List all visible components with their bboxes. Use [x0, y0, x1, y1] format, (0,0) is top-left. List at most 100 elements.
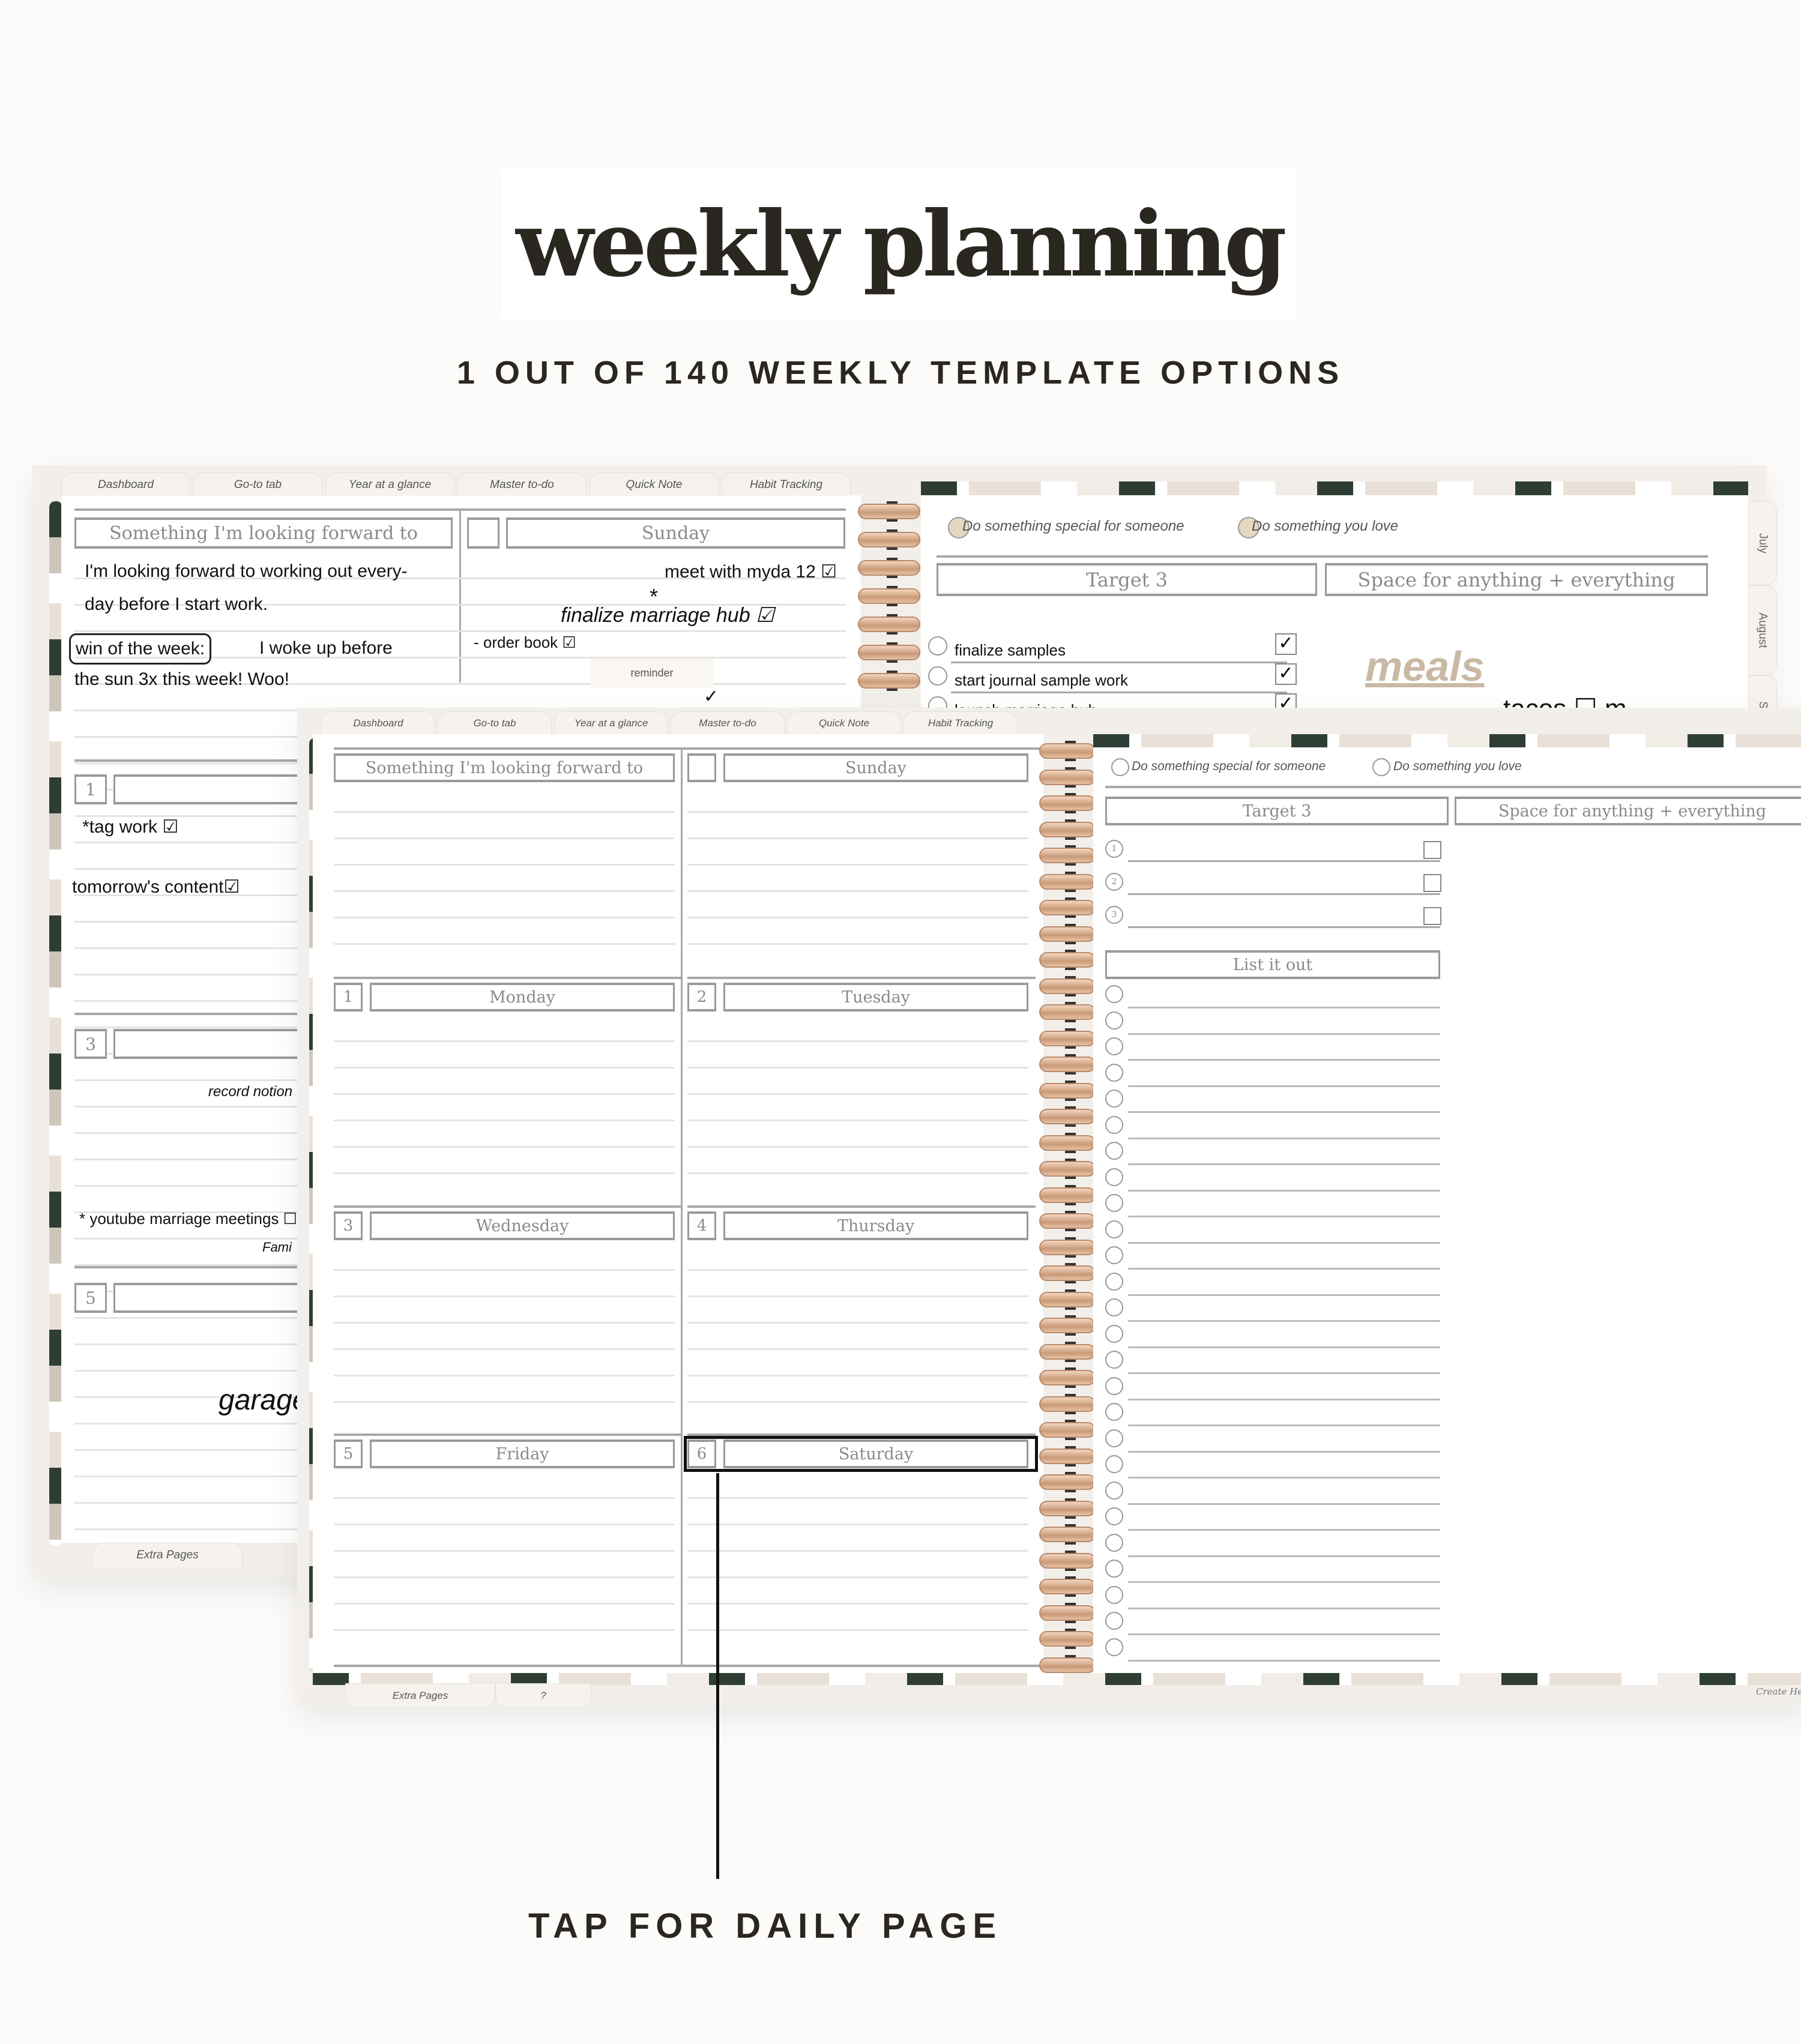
list-item-checkbox[interactable] [1105, 1560, 1123, 1578]
day-header-tuesday[interactable]: Tuesday [723, 983, 1028, 1011]
front-spiral-binding [1039, 741, 1096, 1675]
list-item-checkbox[interactable] [1105, 1455, 1123, 1473]
tab-extra-pages[interactable]: Extra Pages [92, 1543, 243, 1567]
tab-habit-tracking[interactable]: Habit Tracking [904, 711, 1018, 734]
day-number-box[interactable]: 1 [334, 983, 363, 1011]
list-item-line [1128, 1477, 1440, 1479]
note: meet with myda 12 ☑ [664, 562, 837, 582]
meals-heading: meals [1365, 643, 1485, 690]
tab-master-to-do[interactable]: Master to-do [671, 711, 785, 734]
spiral-ring [858, 504, 920, 519]
list-item-checkbox[interactable] [1105, 1037, 1123, 1055]
spiral-ring [1039, 1004, 1096, 1020]
spiral-ring [858, 560, 920, 576]
check-circle[interactable] [1372, 758, 1390, 776]
target-item: start journal sample work [955, 671, 1128, 689]
day-number-box[interactable]: 4 [687, 1211, 716, 1240]
list-item-checkbox[interactable] [1105, 1585, 1123, 1604]
tab-quick-note[interactable]: Quick Note [787, 711, 901, 734]
day-header-thursday[interactable]: Thursday [723, 1211, 1028, 1240]
tab-year-at-a-glance[interactable]: Year at a glance [554, 711, 668, 734]
list-item-line [1128, 1294, 1440, 1296]
list-item-checkbox[interactable] [1105, 1220, 1123, 1238]
list-item-checkbox[interactable] [1105, 1115, 1123, 1134]
spiral-ring [1039, 848, 1096, 863]
list-item-checkbox[interactable] [1105, 1011, 1123, 1030]
tab-go-to-tab[interactable]: Go-to tab [438, 711, 552, 734]
list-item-checkbox[interactable] [1105, 1403, 1123, 1421]
ruled-lines [687, 1244, 1028, 1424]
list-item-checkbox[interactable] [1105, 1246, 1123, 1264]
day-number-box[interactable]: 5 [334, 1440, 363, 1468]
list-item-checkbox[interactable] [1105, 1638, 1123, 1656]
check-circle[interactable] [1111, 758, 1129, 776]
tab-extra-pages[interactable]: Extra Pages [345, 1683, 495, 1707]
tab-help[interactable]: ? [495, 1683, 591, 1707]
list-item-checkbox[interactable] [1105, 1090, 1123, 1108]
tab-quick-note[interactable]: Quick Note [590, 472, 719, 496]
list-item-checkbox[interactable] [1105, 1063, 1123, 1082]
day-header-wednesday[interactable]: Wednesday [370, 1211, 675, 1240]
day-number-box[interactable]: 3 [334, 1211, 363, 1240]
tab-go-to-tab[interactable]: Go-to tab [193, 472, 322, 496]
ruled-lines [334, 1473, 675, 1653]
tab-year-at-a-glance[interactable]: Year at a glance [325, 472, 454, 496]
selected-day-highlight[interactable] [684, 1436, 1038, 1472]
target-checkbox[interactable]: ✓ [1275, 633, 1297, 655]
spiral-ring [1039, 1318, 1096, 1333]
list-item-line [1128, 1398, 1440, 1400]
list-item-line [1128, 1059, 1440, 1061]
ruled-lines [687, 1473, 1028, 1653]
month-tab-july[interactable]: July [1748, 501, 1777, 585]
target-checkbox[interactable] [1423, 907, 1441, 925]
subtitle: 1 OUT OF 140 WEEKLY TEMPLATE OPTIONS [456, 355, 1345, 391]
page-title: weekly planning [516, 191, 1287, 297]
list-item-checkbox[interactable] [1105, 1142, 1123, 1160]
day-number: 1 [74, 774, 107, 804]
list-item-checkbox[interactable] [1105, 1168, 1123, 1186]
list-item-checkbox[interactable] [1105, 1194, 1123, 1212]
list-item-checkbox[interactable] [1105, 1533, 1123, 1552]
list-item-checkbox[interactable] [1105, 1481, 1123, 1500]
list-item-checkbox[interactable] [1105, 1272, 1123, 1291]
tab-master-to-do[interactable]: Master to-do [457, 472, 587, 496]
spiral-ring [1039, 952, 1096, 968]
tab-dashboard[interactable]: Dashboard [61, 472, 190, 496]
list-item-line [1128, 1007, 1440, 1008]
target-checkbox[interactable] [1423, 841, 1441, 859]
row-divider [334, 1205, 682, 1208]
target-line [951, 662, 1287, 663]
list-item-checkbox[interactable] [1105, 1507, 1123, 1525]
list-item-checkbox[interactable] [1105, 1376, 1123, 1395]
spiral-ring [1039, 1343, 1096, 1360]
target-checkbox[interactable]: ✓ [1275, 663, 1297, 685]
forward-header: Something I'm looking forward to [74, 517, 453, 549]
target-checkbox[interactable] [1423, 874, 1441, 892]
day-number-box[interactable]: 2 [687, 983, 716, 1011]
month-tab-august[interactable]: August [1748, 585, 1777, 675]
row-divider [334, 1434, 682, 1436]
day-header-sunday[interactable]: Sunday [723, 753, 1028, 782]
day-number-box[interactable] [687, 753, 716, 782]
tab-dashboard[interactable]: Dashboard [321, 711, 435, 734]
sunday-number-box [467, 517, 499, 549]
list-item-checkbox[interactable] [1105, 985, 1123, 1003]
spiral-ring [1039, 1135, 1096, 1151]
list-item-line [1128, 1424, 1440, 1426]
month-tab-label: August [1757, 612, 1769, 648]
list-item-line [1128, 1268, 1440, 1270]
reminder-sticker[interactable]: reminder [591, 659, 713, 687]
list-item-checkbox[interactable] [1105, 1612, 1123, 1630]
tab-habit-tracking[interactable]: Habit Tracking [722, 472, 851, 496]
list-item-checkbox[interactable] [1105, 1324, 1123, 1343]
list-item-checkbox[interactable] [1105, 1298, 1123, 1316]
day-header-friday[interactable]: Friday [370, 1440, 675, 1468]
list-item-checkbox[interactable] [1105, 1351, 1123, 1369]
spiral-ring [1039, 1631, 1096, 1647]
row-divider [687, 1205, 1036, 1208]
spiral-ring [1039, 926, 1096, 942]
brand-footer: Create Hea [1756, 1686, 1801, 1697]
spiral-ring [858, 673, 920, 689]
list-item-checkbox[interactable] [1105, 1429, 1123, 1447]
day-header-monday[interactable]: Monday [370, 983, 675, 1011]
